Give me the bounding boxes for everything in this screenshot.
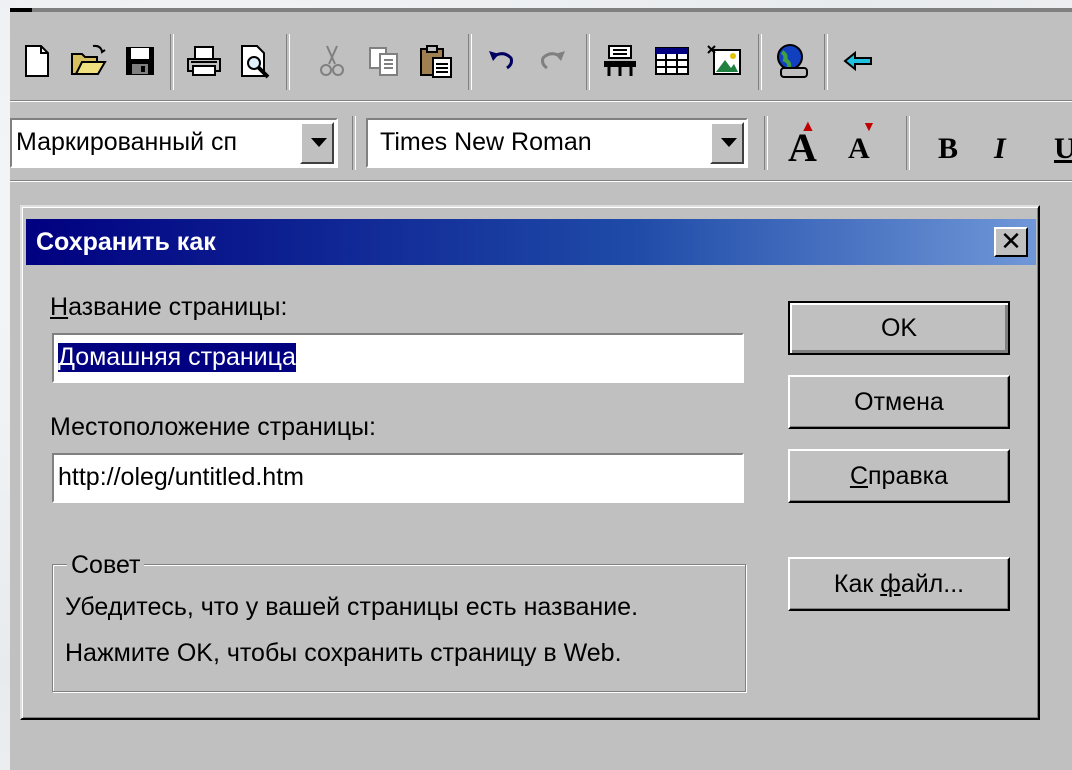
toolbar-separator [758,34,762,90]
table-icon[interactable] [650,40,694,82]
toolbar-separator [286,34,290,90]
cut-icon[interactable] [310,40,354,82]
font-combobox[interactable]: Times New Roman [366,118,748,168]
tip-label: Совет [67,551,145,580]
style-combobox[interactable]: Маркированный сп [10,118,338,168]
form-icon[interactable] [598,40,642,82]
grow-font-button[interactable]: A ▲ [788,118,817,171]
toolbar-separator [824,34,828,90]
as-file-button[interactable]: Как ф айл... [788,557,1010,611]
tip-text-line1: Убедитесь, что у вашей страницы есть наз… [65,593,639,621]
toolbar-divider [10,100,1072,102]
toolbar-separator [170,34,174,90]
dialog-title: Сохранить как [36,228,216,256]
toolbar-separator [468,34,472,90]
tip-text-line2: Нажмите OK, чтобы сохранить страницу в W… [65,639,622,667]
page-location-value: http://oleg/untitled.htm [58,463,304,491]
window-top-edge [10,8,1072,12]
image-icon[interactable] [702,40,746,82]
bold-button[interactable]: B [938,132,958,166]
cancel-button[interactable]: Отмена [788,375,1010,429]
tip-groupbox: Совет Убедитесь, что у вашей страницы ес… [52,551,746,692]
style-combobox-value: Маркированный сп [16,128,238,156]
print-preview-icon[interactable] [232,40,276,82]
standard-toolbar [10,22,1072,102]
chevron-down-icon[interactable] [710,122,744,164]
page-title-label: Название страницы: [50,293,288,321]
dialog-titlebar[interactable]: Сохранить как ✕ [26,219,1036,265]
print-icon[interactable] [182,40,226,82]
paste-icon[interactable] [414,40,458,82]
shrink-font-button[interactable]: A ▼ [848,120,876,166]
chevron-down-icon[interactable] [300,122,334,164]
open-folder-icon[interactable] [66,40,110,82]
italic-button[interactable]: I [994,132,1006,166]
underline-button[interactable]: U [1054,132,1072,166]
new-file-icon[interactable] [14,40,58,82]
toolbar-separator [906,116,910,170]
web-icon[interactable] [770,40,814,82]
save-icon[interactable] [118,40,162,82]
redo-icon[interactable] [530,40,574,82]
page-location-label: Местоположение страницы: [50,413,376,441]
toolbar-separator [586,34,590,90]
ok-button[interactable]: OK [788,301,1010,355]
back-arrow-icon[interactable] [836,40,880,82]
page-location-input[interactable]: http://oleg/untitled.htm [52,453,744,503]
close-icon[interactable]: ✕ [994,227,1028,257]
page-title-value: Домашняя страница [58,343,296,372]
save-as-dialog: Сохранить как ✕ Название страницы: Домаш… [20,205,1040,720]
toolbar-separator [352,116,356,170]
page-title-input[interactable]: Домашняя страница [52,333,744,383]
toolbar-divider [10,180,1072,182]
copy-icon[interactable] [362,40,406,82]
toolbar-separator [764,116,768,170]
undo-icon[interactable] [480,40,524,82]
help-button[interactable]: Справка [788,449,1010,503]
font-combobox-value: Times New Roman [380,128,592,156]
